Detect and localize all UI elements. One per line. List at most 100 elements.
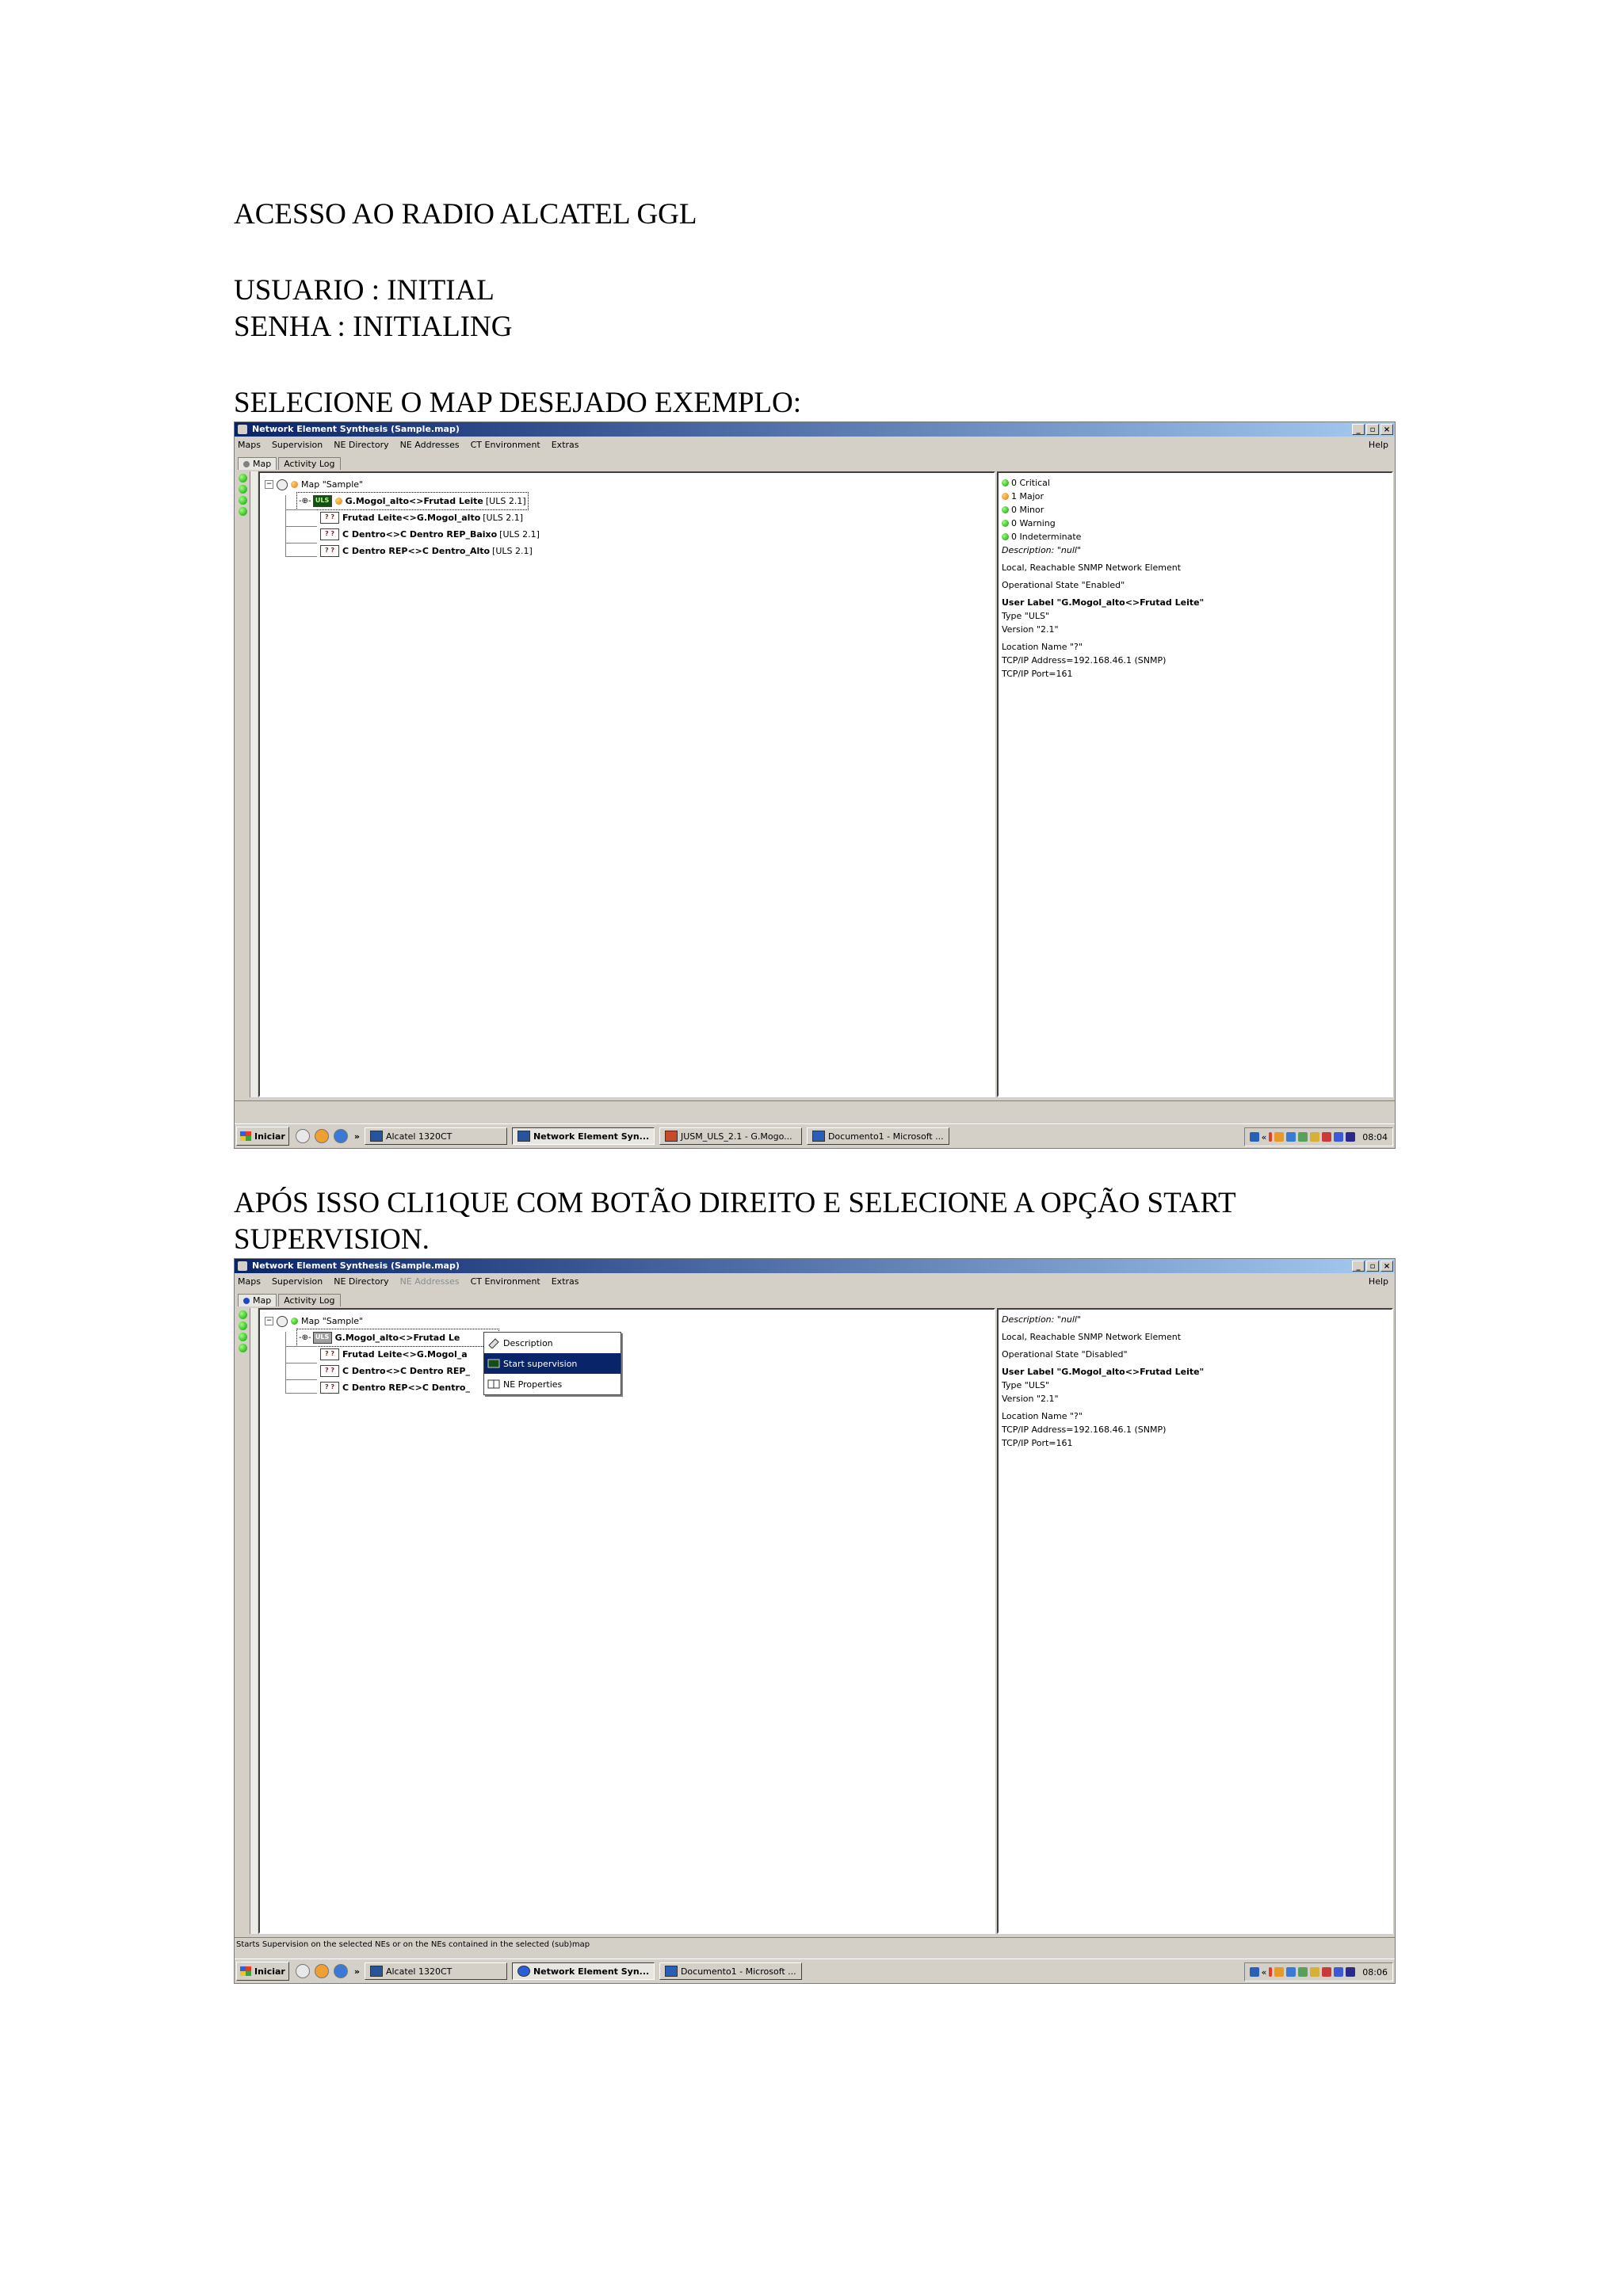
tray-icon[interactable] xyxy=(1274,1967,1285,1977)
status-led-icon xyxy=(239,1322,247,1330)
tray-icon[interactable] xyxy=(1322,1132,1332,1142)
taskbar-button[interactable]: JUSM_ULS_2.1 - G.Mogo... xyxy=(659,1127,802,1145)
tree-root[interactable]: − Map "Sample" xyxy=(265,1313,499,1329)
maximize-button[interactable]: ▫ xyxy=(1366,1261,1379,1272)
close-button[interactable]: × xyxy=(1381,424,1393,435)
tree-item[interactable]: ? ? Frutad Leite<>G.Mogol_alto [ULS 2.1] xyxy=(265,509,540,526)
tray-icon[interactable] xyxy=(1298,1967,1308,1977)
map-icon xyxy=(277,479,288,490)
taskbar-button-active[interactable]: Network Element Syn... xyxy=(511,1127,655,1145)
tray-expand[interactable]: « xyxy=(1262,1967,1267,1978)
tray-expand[interactable]: « xyxy=(1262,1132,1267,1142)
tray-icon[interactable] xyxy=(1310,1132,1320,1142)
start-button[interactable]: Iniciar xyxy=(236,1127,289,1146)
quick-launch-chevron[interactable]: » xyxy=(354,1131,360,1142)
doc-heading: ACESSO AO RADIO ALCATEL GGL xyxy=(234,198,697,231)
app-icon xyxy=(238,1261,247,1271)
tray-icon[interactable] xyxy=(1346,1967,1356,1977)
menu-help[interactable]: Help xyxy=(1369,440,1388,450)
tree-item[interactable]: -⊕- ULS G.Mogol_alto<>Frutad Leite [ULS … xyxy=(265,492,540,510)
back-icon[interactable] xyxy=(295,1964,310,1978)
start-button[interactable]: Iniciar xyxy=(236,1962,289,1981)
tray-icon[interactable] xyxy=(1346,1132,1356,1142)
menu-supervision[interactable]: Supervision xyxy=(272,440,323,450)
alarm-critical-label: 0 Critical xyxy=(1011,478,1050,488)
menu-ct-environment[interactable]: CT Environment xyxy=(471,440,540,450)
ne-uls-icon: ULS xyxy=(312,495,332,507)
tab-activity-log[interactable]: Activity Log xyxy=(278,457,341,470)
browser-icon[interactable] xyxy=(314,1964,329,1978)
collapse-icon[interactable]: − xyxy=(265,1317,273,1325)
map-icon xyxy=(277,1315,288,1327)
tray-icon[interactable] xyxy=(1322,1967,1332,1977)
alarm-clear-icon xyxy=(291,1318,298,1325)
status-led-strip xyxy=(236,1308,258,1934)
menu-ne-directory[interactable]: NE Directory xyxy=(334,1276,388,1287)
quick-launch-chevron[interactable]: » xyxy=(354,1966,360,1977)
taskbar-button[interactable]: Alcatel 1320CT xyxy=(364,1962,507,1980)
menu-ne-addresses[interactable]: NE Addresses xyxy=(400,440,460,450)
tray-icon[interactable] xyxy=(1310,1967,1320,1977)
splitter[interactable] xyxy=(250,471,258,1097)
tray-icon[interactable] xyxy=(1269,1967,1273,1977)
tree-item-label: Frutad Leite<>G.Mogol_a xyxy=(342,1349,468,1360)
splitter[interactable] xyxy=(250,1308,258,1934)
ctx-ne-properties[interactable]: NE Properties xyxy=(484,1374,621,1394)
back-icon[interactable] xyxy=(295,1129,310,1143)
menu-help[interactable]: Help xyxy=(1369,1276,1388,1287)
alarm-indeterminate-label: 0 Indeterminate xyxy=(1011,532,1082,542)
ctx-ne-properties-label: NE Properties xyxy=(503,1379,563,1390)
system-tray: « 08:04 xyxy=(1243,1127,1393,1146)
tray-icon[interactable] xyxy=(1286,1132,1296,1142)
menu-ne-directory[interactable]: NE Directory xyxy=(334,440,388,450)
taskbar: Iniciar » Alcatel 1320CT Network Element… xyxy=(235,1958,1395,1983)
tab-activity-log[interactable]: Activity Log xyxy=(278,1294,341,1306)
alarm-warning: 0 Warning xyxy=(1002,517,1204,530)
tree-item[interactable]: ? ? C Dentro<>C Dentro REP_ xyxy=(265,1363,499,1379)
menu-extras[interactable]: Extras xyxy=(552,440,579,450)
tree-item[interactable]: ? ? C Dentro<>C Dentro REP_Baixo [ULS 2.… xyxy=(265,526,540,543)
tree-item[interactable]: -⊕- ULS G.Mogol_alto<>Frutad Le xyxy=(265,1329,499,1347)
menu-supervision[interactable]: Supervision xyxy=(272,1276,323,1287)
map-tree-pane[interactable]: − Map "Sample" -⊕- ULS G.Mogol_alto<>Fru… xyxy=(258,1308,995,1934)
ctx-start-supervision[interactable]: Start supervision xyxy=(484,1353,621,1374)
tray-icon[interactable] xyxy=(1269,1132,1273,1142)
ne-type: Type "ULS" xyxy=(1002,611,1050,621)
close-button[interactable]: × xyxy=(1381,1261,1393,1272)
collapse-icon[interactable]: − xyxy=(265,480,273,489)
ne-tcpip-address: TCP/IP Address=192.168.46.1 (SNMP) xyxy=(1002,1425,1167,1435)
doc-step2-line2: SUPERVISION. xyxy=(234,1223,430,1256)
tab-map[interactable]: Map xyxy=(238,1294,277,1306)
minimize-button[interactable]: _ xyxy=(1352,424,1365,435)
ie-icon[interactable] xyxy=(333,1964,348,1978)
menu-ct-environment[interactable]: CT Environment xyxy=(471,1276,540,1287)
minimize-button[interactable]: _ xyxy=(1352,1261,1365,1272)
doc-user-line: USUARIO : INITIAL xyxy=(234,274,495,307)
maximize-button[interactable]: ▫ xyxy=(1366,424,1379,435)
tray-icon[interactable] xyxy=(1298,1132,1308,1142)
taskbar-button-active[interactable]: Network Element Syn... xyxy=(511,1962,655,1980)
tray-icon[interactable] xyxy=(1334,1132,1344,1142)
menu-extras[interactable]: Extras xyxy=(552,1276,579,1287)
taskbar-button[interactable]: Documento1 - Microsoft ... xyxy=(806,1127,949,1145)
status-led-strip xyxy=(236,471,258,1097)
browser-icon[interactable] xyxy=(314,1129,329,1143)
ctx-description[interactable]: Description xyxy=(484,1333,621,1353)
menu-maps[interactable]: Maps xyxy=(238,440,261,450)
tree-item[interactable]: ? ? Frutad Leite<>G.Mogol_a xyxy=(265,1346,499,1363)
menu-maps[interactable]: Maps xyxy=(238,1276,261,1287)
windows-flag-icon xyxy=(240,1966,251,1976)
tray-icon[interactable] xyxy=(1286,1967,1296,1977)
tree-root[interactable]: − Map "Sample" xyxy=(265,476,540,493)
language-icon[interactable] xyxy=(1249,1967,1259,1977)
tab-map[interactable]: Map xyxy=(238,457,277,470)
tray-icon[interactable] xyxy=(1334,1967,1344,1977)
taskbar-button[interactable]: Alcatel 1320CT xyxy=(364,1127,507,1145)
status-led-icon xyxy=(239,1333,247,1341)
map-tree-pane[interactable]: − Map "Sample" -⊕- ULS G.Mogol_alto<>Fru… xyxy=(258,471,995,1097)
language-icon[interactable] xyxy=(1249,1132,1259,1142)
window-titlebar: Network Element Synthesis (Sample.map) _… xyxy=(235,1259,1395,1273)
ie-icon[interactable] xyxy=(333,1129,348,1143)
tray-icon[interactable] xyxy=(1274,1132,1285,1142)
taskbar-button[interactable]: Documento1 - Microsoft ... xyxy=(659,1962,802,1980)
